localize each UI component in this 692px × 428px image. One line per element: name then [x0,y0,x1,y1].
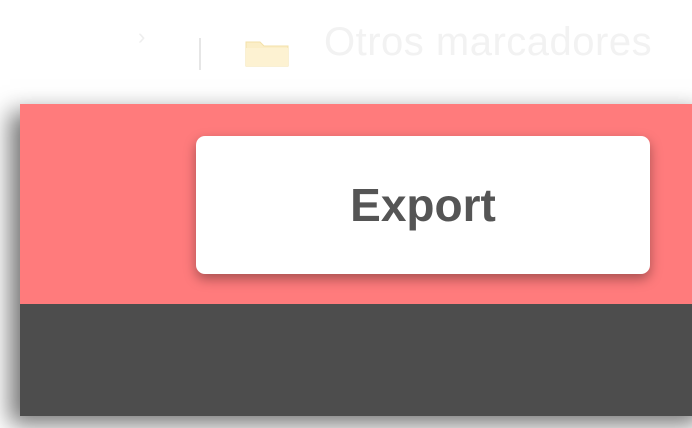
panel-body [20,304,692,416]
bookmarks-folder-label[interactable]: Otros marcadores [324,14,652,70]
chevron-right-icon[interactable]: › [138,26,156,48]
browser-window: › Otros marcadores Export [0,0,692,428]
page-content: Export [0,104,692,428]
folder-icon[interactable] [244,38,290,68]
export-panel: Export [20,104,692,416]
export-button[interactable]: Export [196,136,650,274]
panel-header: Export [20,104,692,304]
bookmarks-bar: › Otros marcadores [0,0,692,106]
bookmarks-separator [199,38,201,70]
